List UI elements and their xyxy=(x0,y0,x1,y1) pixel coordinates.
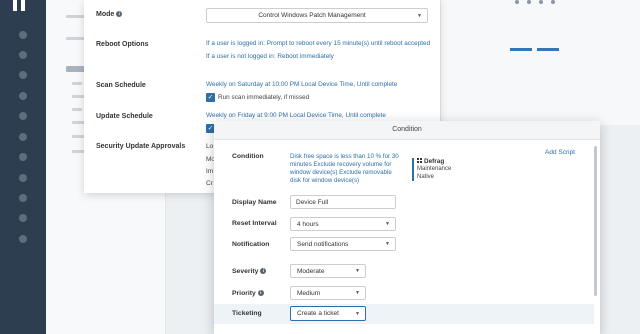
sidebar-nav-icon[interactable] xyxy=(19,214,27,222)
script-card[interactable]: Defrag Maintenance Native xyxy=(412,158,451,181)
more-icon xyxy=(527,0,531,4)
reset-interval-label: Reset Interval xyxy=(232,220,277,227)
notification-value: Send notifications xyxy=(297,240,349,248)
priority-select[interactable]: Medium ▼ xyxy=(290,286,366,300)
sidebar-nav-icon[interactable] xyxy=(19,235,27,243)
chevron-down-icon: ▼ xyxy=(417,12,422,19)
update-schedule-label: Update Schedule xyxy=(96,113,153,120)
approval-row: Im xyxy=(206,168,214,175)
run-scan-checkbox-label: Run scan immediately, if missed xyxy=(218,94,310,101)
sidebar-nav-icon[interactable] xyxy=(19,71,27,79)
condition-description-line: Disk free space is less than 10 % for 30 xyxy=(290,153,399,160)
approval-row: Cr xyxy=(206,180,213,187)
reset-interval-value: 4 hours xyxy=(297,220,319,228)
background-detail-panel xyxy=(440,0,640,125)
info-icon[interactable]: i xyxy=(257,290,264,296)
check-icon: ✓ xyxy=(207,125,214,132)
ticketing-select[interactable]: Create a ticket ▼ xyxy=(290,306,366,321)
more-icon xyxy=(539,0,543,4)
chevron-down-icon: ▼ xyxy=(355,310,360,317)
condition-label: Condition xyxy=(232,153,264,160)
priority-value: Medium xyxy=(297,289,321,297)
display-name-label: Display Name xyxy=(232,199,277,206)
windows-icon xyxy=(417,158,422,163)
display-name-input[interactable]: Device Full xyxy=(290,195,396,209)
notification-select[interactable]: Send notifications ▼ xyxy=(290,237,396,251)
scan-schedule-link[interactable]: Weekly on Saturday at 10:00 PM Local Dev… xyxy=(206,81,397,88)
script-category: Maintenance xyxy=(417,166,452,172)
dialog-scrollbar[interactable] xyxy=(594,146,597,296)
sidebar-nav-icon[interactable] xyxy=(19,51,27,59)
sidebar-nav-icon[interactable] xyxy=(19,194,27,202)
ticketing-row-highlight xyxy=(214,304,594,324)
condition-description-line: window device(s) Exclude removable xyxy=(290,169,392,176)
accent-dash xyxy=(537,48,559,51)
run-scan-checkbox[interactable]: ✓ xyxy=(206,93,215,102)
update-schedule-link[interactable]: Weekly on Friday at 9:00 PM Local Device… xyxy=(206,112,386,119)
mode-select-value: Control Windows Patch Management xyxy=(258,12,366,19)
sidebar-nav-icon[interactable] xyxy=(19,174,27,182)
approval-row: Lo xyxy=(206,143,214,150)
sidebar-nav-icon[interactable] xyxy=(19,31,27,39)
condition-description-line: minutes Exclude recovery volume for xyxy=(290,161,392,168)
add-script-link[interactable]: Add Script xyxy=(545,149,575,156)
info-icon[interactable]: i xyxy=(260,268,267,274)
placeholder-line xyxy=(72,108,82,111)
sidebar-nav-icon[interactable] xyxy=(19,153,27,161)
mode-select[interactable]: Control Windows Patch Management ▼ xyxy=(206,8,428,23)
chevron-down-icon: ▼ xyxy=(355,268,360,274)
condition-description-line: disk for window device(s) xyxy=(290,177,360,184)
reboot-options-label: Reboot Options xyxy=(96,41,149,48)
placeholder-line xyxy=(72,135,84,138)
more-icon xyxy=(551,0,555,4)
condition-description-link[interactable]: Disk free space is less than 10 % for 30… xyxy=(290,153,402,185)
placeholder-line xyxy=(72,82,82,85)
chevron-down-icon: ▼ xyxy=(355,290,360,296)
reboot-logged-in-link[interactable]: If a user is logged in: Prompt to reboot… xyxy=(206,40,430,47)
chevron-down-icon: ▼ xyxy=(385,241,390,247)
reset-interval-select[interactable]: 4 hours ▼ xyxy=(290,217,396,231)
scan-schedule-label: Scan Schedule xyxy=(96,82,146,89)
severity-value: Moderate xyxy=(297,267,325,275)
check-icon: ✓ xyxy=(207,94,214,101)
app-logo xyxy=(13,0,31,11)
severity-select[interactable]: Moderate ▼ xyxy=(290,264,366,278)
reboot-not-logged-in-link[interactable]: If a user is not logged in: Reboot immed… xyxy=(206,53,334,60)
display-name-value: Device Full xyxy=(296,198,329,206)
dialog-header: Condition xyxy=(214,121,600,140)
condition-dialog: Condition Condition Disk free space is l… xyxy=(214,121,600,334)
sidebar-nav-icon[interactable] xyxy=(19,92,27,100)
chevron-down-icon: ▼ xyxy=(385,221,390,227)
script-type: Native xyxy=(417,174,435,180)
info-icon[interactable]: i xyxy=(116,11,123,17)
security-approvals-label: Security Update Approvals xyxy=(96,143,186,150)
notification-label: Notification xyxy=(232,241,270,248)
more-icon xyxy=(515,0,519,4)
sidebar-nav-icon[interactable] xyxy=(19,112,27,120)
sidebar-nav-icon[interactable] xyxy=(19,133,27,141)
severity-label: Severity i xyxy=(232,268,267,275)
ticketing-label: Ticketing xyxy=(232,310,262,317)
app-sidebar xyxy=(0,0,46,334)
mode-label: Mode i xyxy=(96,11,123,18)
priority-label: Priority i xyxy=(232,290,264,297)
dialog-title: Condition xyxy=(392,126,422,133)
ticketing-value: Create a ticket xyxy=(297,310,339,317)
accent-dash xyxy=(510,48,532,51)
script-name: Defrag xyxy=(424,158,445,165)
